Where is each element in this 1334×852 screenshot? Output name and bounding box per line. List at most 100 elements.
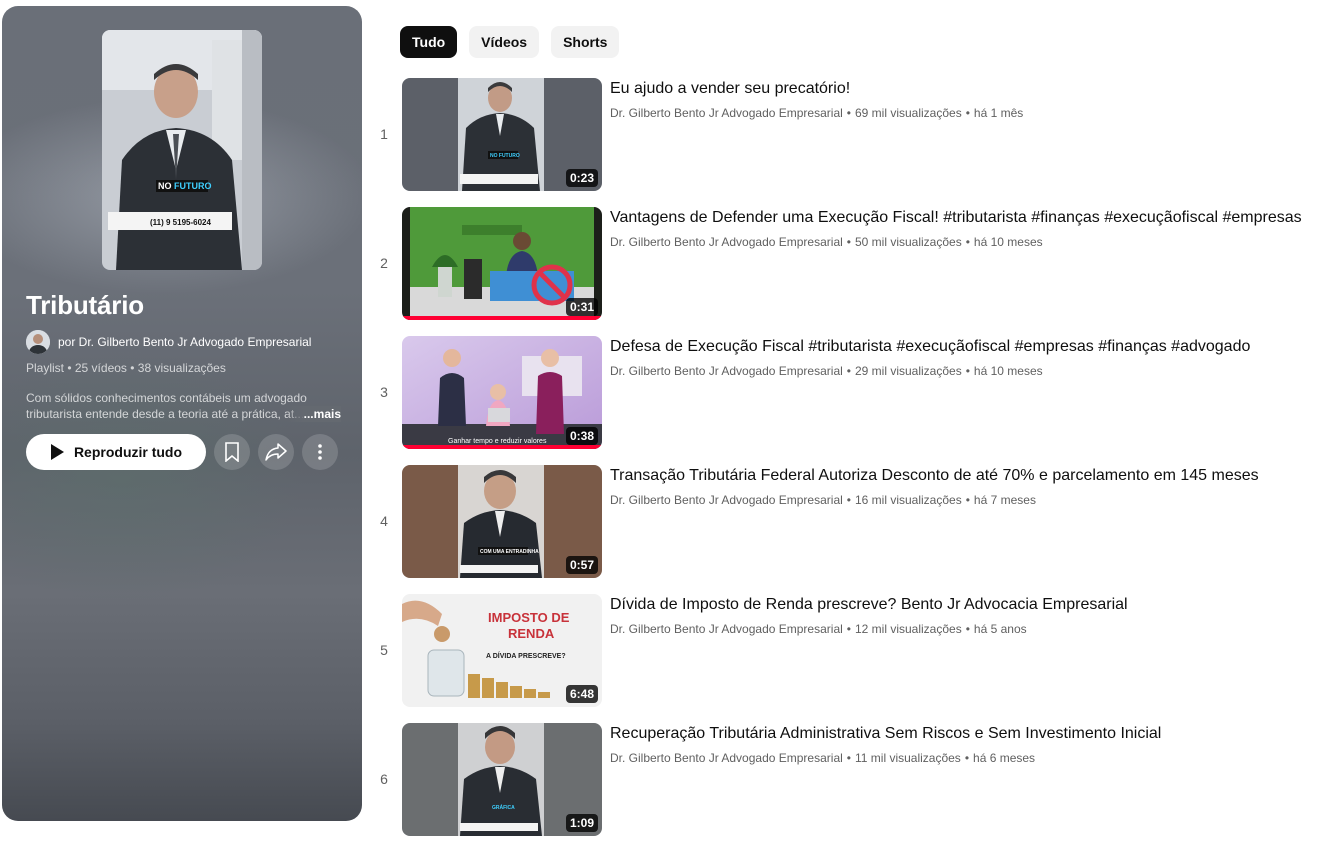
video-channel[interactable]: Dr. Gilberto Bento Jr Advogado Empresari… [610, 751, 843, 765]
chip-videos[interactable]: Vídeos [469, 26, 540, 58]
owner-name[interactable]: por Dr. Gilberto Bento Jr Advogado Empre… [58, 335, 311, 349]
playlist-owner[interactable]: por Dr. Gilberto Bento Jr Advogado Empre… [26, 330, 311, 354]
video-index: 3 [380, 384, 388, 400]
playlist-description[interactable]: Com sólidos conhecimentos contábeis um a… [26, 390, 341, 422]
video-row[interactable]: 1 NO FUTURO 0:23 Eu ajudo a vender seu p… [370, 78, 1330, 191]
video-views: 16 mil visualizações [854, 493, 962, 507]
meta-separator: • [965, 106, 970, 120]
share-button[interactable] [258, 434, 294, 470]
meta-separator: • [846, 751, 851, 765]
meta-separator: • [965, 622, 970, 636]
video-thumbnail[interactable]: GRÁFICA 1:09 [402, 723, 602, 836]
thumb-caption: GRÁFICA [492, 804, 515, 811]
video-row[interactable]: 4 COM UMA ENTRADINHA 0:57 Transação Trib… [370, 465, 1330, 578]
video-meta: Dr. Gilberto Bento Jr Advogado Empresari… [610, 493, 1330, 507]
save-playlist-button[interactable] [214, 434, 250, 470]
playlist-title: Tributário [26, 290, 144, 320]
video-row[interactable]: 6 GRÁFICA 1:09 Recuperação Tributária Ad… [370, 723, 1330, 836]
video-info: Recuperação Tributária Administrativa Se… [610, 723, 1330, 765]
chip-tudo[interactable]: Tudo [400, 26, 458, 58]
playlist-video-list: 1 NO FUTURO 0:23 Eu ajudo a vender seu p… [370, 78, 1330, 852]
video-views: 12 mil visualizações [854, 622, 962, 636]
playlist-thumbnail[interactable]: NO FUTURO (11) 9 5195-6024 [102, 30, 262, 270]
video-duration: 0:57 [565, 556, 598, 574]
thumb-headline-a: IMPOSTO DE [488, 610, 570, 625]
video-meta: Dr. Gilberto Bento Jr Advogado Empresari… [610, 622, 1330, 636]
video-views: 50 mil visualizações [854, 235, 962, 249]
meta-separator: • [846, 493, 851, 507]
playlist-meta: Playlist • 25 vídeos • 38 visualizações [26, 361, 226, 375]
chip-shorts[interactable]: Shorts [551, 26, 620, 58]
video-age: há 5 anos [973, 622, 1027, 636]
playlist-header-panel: NO FUTURO (11) 9 5195-6024 Tributário po… [2, 6, 362, 821]
owner-avatar[interactable] [26, 330, 50, 354]
video-row[interactable]: 3 Ganhar tempo e reduzir valores 0:38 De… [370, 336, 1330, 449]
video-row[interactable]: 2 0:31 Vantagens de Defender uma Execuçã… [370, 207, 1330, 320]
video-duration: 1:09 [565, 814, 598, 832]
video-info: Defesa de Execução Fiscal #tributarista … [610, 336, 1330, 378]
meta-separator: • [846, 364, 851, 378]
video-duration: 0:23 [565, 169, 598, 187]
filter-chips: Tudo Vídeos Shorts [400, 26, 620, 58]
play-all-label: Reproduzir tudo [73, 444, 183, 460]
video-info: Vantagens de Defender uma Execução Fisca… [610, 207, 1330, 249]
video-duration: 6:48 [565, 685, 598, 703]
video-channel[interactable]: Dr. Gilberto Bento Jr Advogado Empresari… [610, 235, 843, 249]
video-thumbnail[interactable]: COM UMA ENTRADINHA 0:57 [402, 465, 602, 578]
meta-separator: • [846, 622, 851, 636]
video-title[interactable]: Defesa de Execução Fiscal #tributarista … [610, 336, 1330, 358]
video-channel[interactable]: Dr. Gilberto Bento Jr Advogado Empresari… [610, 622, 843, 636]
video-age: há 6 meses [973, 751, 1036, 765]
video-thumbnail[interactable]: NO FUTURO 0:23 [402, 78, 602, 191]
video-title[interactable]: Eu ajudo a vender seu precatório! [610, 78, 1330, 100]
video-index: 2 [380, 255, 388, 271]
thumb-caption-futuro: FUTURO [174, 181, 212, 191]
video-index: 5 [380, 642, 388, 658]
watch-progress-bar [402, 445, 602, 449]
description-text: Com sólidos conhecimentos contábeis um a… [26, 391, 307, 421]
video-meta: Dr. Gilberto Bento Jr Advogado Empresari… [610, 751, 1330, 765]
thumb-caption: NO FUTURO [490, 153, 520, 159]
video-info: Eu ajudo a vender seu precatório! Dr. Gi… [610, 78, 1330, 120]
video-info: Dívida de Imposto de Renda prescreve? Be… [610, 594, 1330, 636]
video-title[interactable]: Dívida de Imposto de Renda prescreve? Be… [610, 594, 1330, 616]
bookmark-icon [225, 442, 239, 462]
video-row[interactable]: 5 IMPOSTO DE RENDA A DÍVIDA PRESCREVE? 6… [370, 594, 1330, 707]
video-views: 29 mil visualizações [854, 364, 962, 378]
description-more-link[interactable]: ...mais [285, 406, 341, 422]
video-title[interactable]: Recuperação Tributária Administrativa Se… [610, 723, 1330, 745]
video-title[interactable]: Vantagens de Defender uma Execução Fisca… [610, 207, 1330, 229]
playlist-actions: Reproduzir tudo [26, 434, 338, 470]
video-channel[interactable]: Dr. Gilberto Bento Jr Advogado Empresari… [610, 364, 843, 378]
meta-separator: • [965, 235, 970, 249]
meta-separator: • [965, 493, 970, 507]
play-all-button[interactable]: Reproduzir tudo [26, 434, 206, 470]
video-thumbnail[interactable]: 0:31 [402, 207, 602, 320]
video-meta: Dr. Gilberto Bento Jr Advogado Empresari… [610, 235, 1330, 249]
thumb-headline-b: RENDA [508, 626, 555, 641]
video-channel[interactable]: Dr. Gilberto Bento Jr Advogado Empresari… [610, 493, 843, 507]
meta-separator: • [965, 364, 970, 378]
thumb-phone: (11) 9 5195-6024 [150, 218, 211, 227]
video-thumbnail[interactable]: IMPOSTO DE RENDA A DÍVIDA PRESCREVE? 6:4… [402, 594, 602, 707]
video-duration: 0:31 [565, 298, 598, 316]
watch-progress-bar [402, 316, 602, 320]
more-vertical-icon [318, 444, 322, 460]
meta-separator: • [846, 106, 851, 120]
video-title[interactable]: Transação Tributária Federal Autoriza De… [610, 465, 1330, 487]
video-age: há 7 meses [973, 493, 1036, 507]
more-options-button[interactable] [302, 434, 338, 470]
video-duration: 0:38 [565, 427, 598, 445]
video-thumbnail[interactable]: Ganhar tempo e reduzir valores 0:38 [402, 336, 602, 449]
thumb-caption: Ganhar tempo e reduzir valores [448, 438, 547, 445]
video-info: Transação Tributária Federal Autoriza De… [610, 465, 1330, 507]
video-views: 69 mil visualizações [854, 106, 962, 120]
video-meta: Dr. Gilberto Bento Jr Advogado Empresari… [610, 106, 1330, 120]
play-icon [50, 444, 64, 460]
thumb-caption-no: NO [158, 181, 172, 191]
meta-separator: • [964, 751, 970, 765]
meta-separator: • [846, 235, 851, 249]
thumb-headline-c: A DÍVIDA PRESCREVE? [486, 651, 566, 660]
video-index: 4 [380, 513, 388, 529]
video-channel[interactable]: Dr. Gilberto Bento Jr Advogado Empresari… [610, 106, 843, 120]
